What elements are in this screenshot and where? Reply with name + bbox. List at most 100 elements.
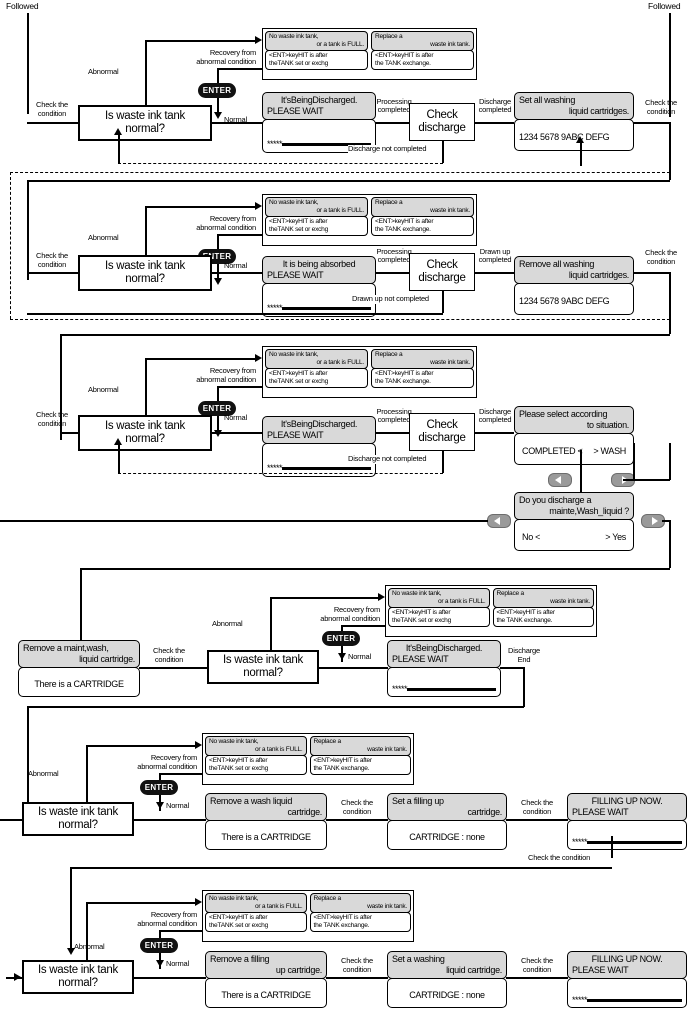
label-processing-completed-s2: Processing completed	[376, 248, 412, 264]
alert-top: No waste ink tank, or a tank is FULL.	[388, 588, 490, 608]
enter-key-s5[interactable]: ENTER	[140, 780, 178, 795]
label-recovery-s1: Recovery from abnormal condition	[172, 48, 256, 66]
alert-bottom: <ENT>keyHIT is after theTANK set or exch…	[388, 606, 490, 627]
alert-bottom: <ENT>keyHIT is after theTANK set or exch…	[205, 754, 307, 775]
check-line-1: Check the	[521, 798, 553, 807]
lcd-line-1: Set a washing	[392, 954, 445, 964]
label-discharge-not-completed-s1: Discharge not completed	[348, 144, 427, 154]
decision-waste-ink-tank-s4[interactable]: Is waste ink tank normal?	[207, 650, 319, 684]
spine-right-s4	[500, 667, 524, 669]
alert-top: No waste ink tank, or a tank is FULL.	[205, 736, 307, 756]
option-yes[interactable]: > Yes	[605, 532, 626, 543]
process-check-discharge-s3[interactable]: Check discharge	[409, 413, 475, 451]
lcd-top: FILLING UP NOW. PLEASE WAIT	[567, 951, 687, 979]
alert-line-3: <ENT>keyHIT is after	[209, 756, 268, 764]
alert-line-1: Replace a	[496, 590, 525, 597]
decision-waste-ink-tank-s6[interactable]: Is waste ink tank normal?	[22, 960, 134, 994]
enter-path-horiz-s6	[159, 930, 203, 932]
alert-line-3: <ENT>keyHIT is after	[392, 608, 451, 616]
label-recovery-s4: Recovery from abnormal condition	[296, 605, 380, 623]
decision-line-1: Is waste ink tank	[105, 420, 185, 432]
lcd-remove-wash-liquid-s5: Remove a wash liquid cartridge. There is…	[205, 793, 327, 850]
alert-bottom: <ENT>keyHIT is after theTANK set or exch…	[205, 911, 307, 932]
option-no[interactable]: No <	[522, 532, 540, 543]
decision-waste-ink-tank-s2[interactable]: Is waste ink tank normal?	[78, 255, 212, 291]
enter-key-s4[interactable]: ENTER	[322, 631, 360, 646]
progress-fill	[282, 466, 371, 470]
enter-path-horiz-s5	[159, 773, 203, 775]
decision-line-2: normal?	[58, 819, 98, 831]
alert-line-1: No waste ink tank,	[269, 199, 319, 206]
spine-after-set-s5	[506, 819, 568, 821]
label-discharge-not-completed-s3: Discharge not completed	[348, 454, 427, 464]
branch-abnormal-horiz-s5	[86, 745, 197, 747]
lcd-prompt-discharge-mainte: Do you discharge a mainte,Wash_liquid ? …	[514, 492, 634, 551]
label-recovery-s5: Recovery from abnormal condition	[113, 753, 197, 771]
decision-waste-ink-tank-s3[interactable]: Is waste ink tank normal?	[78, 415, 212, 451]
check-line-1: Check the	[341, 956, 373, 965]
decision-line-2: normal?	[125, 123, 165, 135]
alert-line-4: theTANK set or exchg	[392, 616, 452, 624]
connector-s3-top	[60, 334, 670, 336]
section1-frame-bottom	[10, 172, 670, 173]
alert-line-4: the TANK exchange.	[496, 616, 553, 624]
alert-line-1: Replace a	[375, 199, 403, 206]
option-wash[interactable]: > WASH	[593, 446, 626, 457]
process-check-discharge-s2[interactable]: Check discharge	[409, 253, 475, 291]
label-normal-s3: Normal	[224, 413, 247, 422]
arrow-left-key-prompt[interactable]	[487, 514, 511, 528]
lcd-line-1: Set a filling up	[392, 796, 444, 806]
alert-top: Replace a waste ink tank.	[371, 31, 474, 51]
spine-after-remove-s6	[326, 977, 388, 979]
lcd-line-2: PLEASE WAIT	[392, 654, 449, 664]
check-line-2: condition	[522, 807, 552, 816]
process-check-discharge-s1[interactable]: Check discharge	[409, 103, 475, 141]
lcd-top: It'sBeingDischarged. PLEASE WAIT	[262, 92, 376, 120]
spine-right-s1	[633, 122, 669, 124]
lcd-remove-washing-s2: Remove all washing liquid cartridges. 12…	[514, 256, 634, 315]
lcd-select-situation-s3: Please select according to situation. CO…	[514, 406, 634, 465]
alert-line-3: <ENT>keyHIT is after	[375, 217, 434, 225]
lcd-bottom: 1234 5678 9ABC DEFG	[514, 118, 634, 151]
alert-line-4: theTANK set or exchg	[269, 225, 329, 233]
s5-to-s6-vert	[611, 836, 613, 858]
alert-bottom: <ENT>keyHIT is after the TANK exchange.	[371, 367, 474, 388]
lcd-line-1: FILLING UP NOW.	[591, 954, 663, 964]
decision-line-1: Is waste ink tank	[105, 110, 185, 122]
alert-no-waste-ink-tank: No waste ink tank, or a tank is FULL. <E…	[205, 893, 307, 939]
alert-group-section2: No waste ink tank, or a tank is FULL. <E…	[262, 194, 477, 246]
enter-key-s1[interactable]: ENTER	[198, 83, 236, 98]
processing-line-2: completed	[377, 415, 411, 424]
label-abnormal-s6: Abnormal	[74, 942, 105, 951]
lcd-line-2: liquid cartridge.	[446, 965, 502, 975]
progress-asterisks: *****	[267, 138, 283, 149]
arrow-to-alert-s1	[255, 36, 262, 44]
arrow-left-key-s3[interactable]	[548, 473, 572, 487]
enter-key-s6[interactable]: ENTER	[140, 938, 178, 953]
label-check-condition-left-s1: Check the condition	[28, 100, 76, 118]
option-completed[interactable]: COMPLETED <	[522, 446, 583, 457]
lcd-line-3: There is a CARTRIDGE	[34, 678, 124, 689]
processing-line-2: completed	[377, 255, 411, 264]
lcd-bottom: There is a CARTRIDGE	[18, 666, 140, 697]
check-line-2: condition	[646, 107, 676, 116]
enter-path-horiz-s3	[217, 386, 263, 388]
spine-mid-s4	[318, 667, 388, 669]
progress-asterisks: *****	[392, 683, 408, 694]
processing-line-2: completed	[377, 105, 411, 114]
decision-waste-ink-tank-s1[interactable]: Is waste ink tank normal?	[78, 105, 212, 141]
alert-line-3: <ENT>keyHIT is after	[269, 369, 328, 377]
arrow-to-alert-s2	[255, 202, 262, 210]
check-line-1: Check the	[645, 98, 677, 107]
alert-group-section3: No waste ink tank, or a tank is FULL. <E…	[262, 346, 477, 398]
check-line-1: Check the	[36, 410, 68, 419]
label-abnormal-s2: Abnormal	[88, 233, 119, 242]
spine-after-set-s6	[506, 977, 568, 979]
lcd-line-2: PLEASE WAIT	[267, 106, 324, 116]
recovery-line-1: Recovery from	[150, 910, 197, 919]
alert-no-waste-ink-tank: No waste ink tank, or a tank is FULL. <E…	[265, 349, 368, 395]
decision-waste-ink-tank-s5[interactable]: Is waste ink tank normal?	[22, 802, 134, 836]
decision-text: Is waste ink tank normal?	[223, 654, 303, 680]
label-discharge-completed-s1: Discharge completed	[476, 98, 514, 114]
spine-mid-s1	[211, 122, 263, 124]
